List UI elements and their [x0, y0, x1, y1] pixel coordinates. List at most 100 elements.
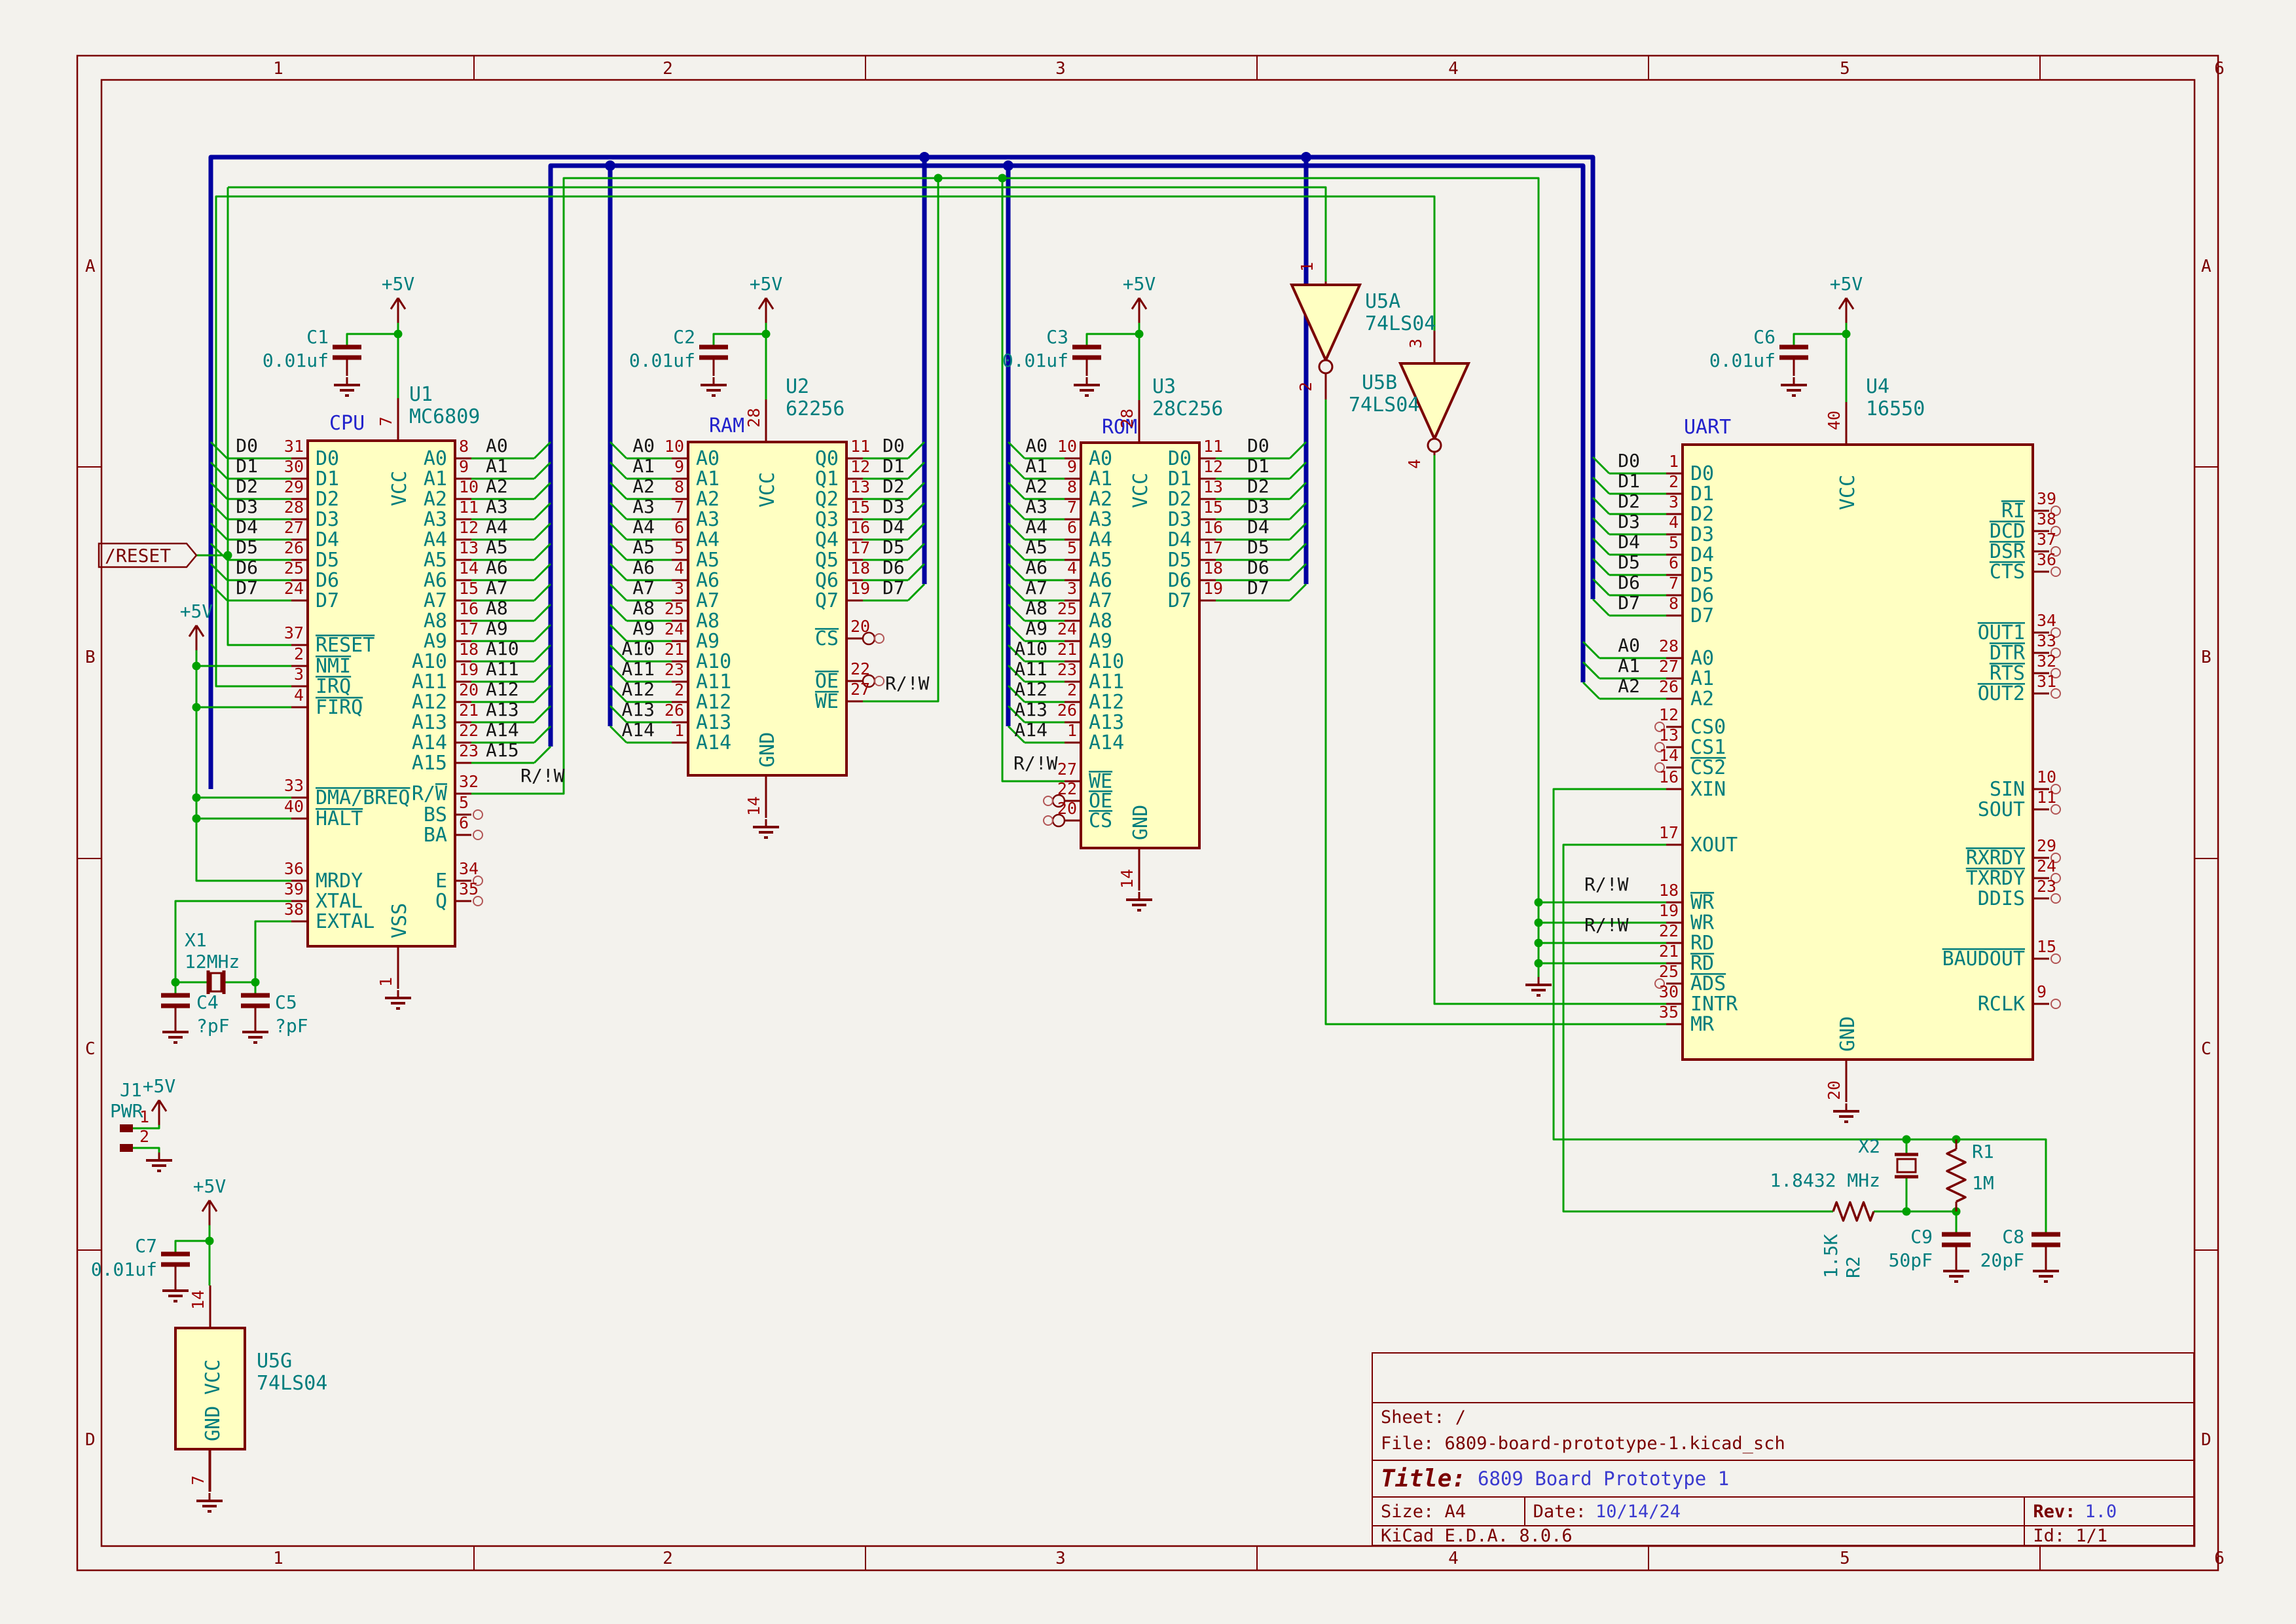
net-label-a11[interactable]: A11: [1014, 658, 1048, 680]
net-label-d6[interactable]: D6: [883, 557, 905, 578]
net-label-a13[interactable]: A13: [486, 699, 519, 720]
net-label-a6[interactable]: A6: [1025, 557, 1048, 578]
cpu-sheet-label[interactable]: CPU: [329, 412, 365, 435]
net-label-d5[interactable]: D5: [1618, 551, 1640, 573]
x1-ref[interactable]: X1: [185, 929, 207, 951]
c6-ref[interactable]: C6: [1753, 326, 1776, 348]
crystal-x1[interactable]: X112MHz: [185, 929, 240, 994]
net-label-d4[interactable]: D4: [1618, 531, 1640, 553]
global-label-reset[interactable]: /RESET: [99, 544, 196, 567]
net-label-d0[interactable]: D0: [236, 435, 258, 456]
c5-value[interactable]: ?pF: [275, 1015, 308, 1037]
c3-ref[interactable]: C3: [1046, 326, 1068, 348]
net-label-d1[interactable]: D1: [236, 455, 258, 477]
capacitor-c4[interactable]: C4?pF: [161, 991, 230, 1037]
ram-ref[interactable]: U2: [786, 375, 809, 398]
net-label-a14[interactable]: A14: [621, 719, 655, 741]
net-label-a10[interactable]: A10: [486, 638, 519, 659]
net-label-d6[interactable]: D6: [236, 557, 258, 578]
u5a-ref[interactable]: U5A: [1365, 290, 1400, 313]
net-label-a7[interactable]: A7: [486, 577, 508, 599]
uart-value[interactable]: 16550: [1866, 397, 1925, 420]
net-label-a1[interactable]: A1: [1618, 655, 1640, 676]
net-label-a9[interactable]: A9: [1025, 618, 1048, 639]
net-label-rw[interactable]: R/!W: [1584, 874, 1629, 895]
net-label-a12[interactable]: A12: [486, 678, 519, 700]
net-label-d6[interactable]: D6: [1247, 557, 1269, 578]
cpu-ref[interactable]: U1: [409, 383, 433, 406]
net-label-d1[interactable]: D1: [883, 455, 905, 477]
net-label-d1[interactable]: D1: [1247, 455, 1269, 477]
resistor-r2[interactable]: 1.5KR2: [1820, 1202, 1874, 1278]
net-label-d7[interactable]: D7: [236, 577, 258, 599]
resistor-r1[interactable]: R11M: [1947, 1139, 1994, 1211]
c9-value[interactable]: 50pF: [1889, 1249, 1933, 1271]
net-label-d2[interactable]: D2: [883, 475, 905, 497]
net-label-d5[interactable]: D5: [883, 536, 905, 558]
c7-value[interactable]: 0.01uf: [91, 1259, 157, 1280]
c2-value[interactable]: 0.01uf: [629, 350, 695, 371]
u5g-ref[interactable]: U5G: [257, 1350, 292, 1373]
net-label-d3[interactable]: D3: [883, 496, 905, 517]
net-label-a2[interactable]: A2: [1025, 475, 1048, 497]
net-label-a13[interactable]: A13: [621, 699, 655, 720]
net-label-d5[interactable]: D5: [1247, 536, 1269, 558]
wire[interactable]: [132, 1148, 159, 1153]
net-label-d3[interactable]: D3: [1247, 496, 1269, 517]
net-label-a5[interactable]: A5: [632, 536, 655, 558]
component-u5b[interactable]: 34U5B74LS04: [1349, 331, 1468, 469]
component-ram[interactable]: RAMU26225610A09A18A27A36A45A54A63A725A82…: [665, 375, 884, 818]
net-label-a0[interactable]: A0: [632, 435, 655, 456]
capacitor-c8[interactable]: C820pF: [1980, 1226, 2060, 1271]
c8-ref[interactable]: C8: [2002, 1226, 2024, 1247]
net-label-a3[interactable]: A3: [486, 496, 508, 517]
net-label-a4[interactable]: A4: [486, 516, 508, 538]
c2-ref[interactable]: C2: [673, 326, 695, 348]
net-label-d5[interactable]: D5: [236, 536, 258, 558]
c3-value[interactable]: 0.01uf: [1002, 350, 1068, 371]
c1-ref[interactable]: C1: [306, 326, 329, 348]
net-label-a3[interactable]: A3: [632, 496, 655, 517]
r1-ref[interactable]: R1: [1972, 1141, 1994, 1162]
net-label-d2[interactable]: D2: [1247, 475, 1269, 497]
net-label-d4[interactable]: D4: [236, 516, 258, 538]
ram-value[interactable]: 62256: [786, 397, 845, 420]
net-label-a0[interactable]: A0: [1618, 635, 1640, 656]
component-u5g[interactable]: 147VCCGNDU5G74LS04: [175, 1285, 327, 1492]
u5b-value[interactable]: 74LS04: [1349, 394, 1419, 416]
c4-ref[interactable]: C4: [196, 991, 219, 1013]
c9-ref[interactable]: C9: [1910, 1226, 1933, 1247]
capacitor-c9[interactable]: C950pF: [1889, 1226, 1971, 1271]
rom-value[interactable]: 28C256: [1152, 397, 1223, 420]
net-label-a2[interactable]: A2: [632, 475, 655, 497]
net-label-a2[interactable]: A2: [486, 475, 508, 497]
u5a-value[interactable]: 74LS04: [1365, 312, 1436, 335]
c4-value[interactable]: ?pF: [196, 1015, 230, 1037]
global-label-text[interactable]: /RESET: [105, 545, 171, 566]
net-label-d3[interactable]: D3: [236, 496, 258, 517]
u5g-value[interactable]: 74LS04: [257, 1372, 327, 1395]
net-label-a13[interactable]: A13: [1014, 699, 1048, 720]
c5-ref[interactable]: C5: [275, 991, 297, 1013]
net-label-d2[interactable]: D2: [1618, 490, 1640, 512]
net-label-a6[interactable]: A6: [632, 557, 655, 578]
net-label-a1[interactable]: A1: [632, 455, 655, 477]
net-label-a7[interactable]: A7: [632, 577, 655, 599]
net-label-d4[interactable]: D4: [1247, 516, 1269, 538]
net-label-a9[interactable]: A9: [632, 618, 655, 639]
connector-pad[interactable]: [120, 1124, 133, 1132]
net-label-a14[interactable]: A14: [486, 719, 519, 741]
wire[interactable]: [255, 921, 291, 982]
ram-sheet-label[interactable]: RAM: [709, 415, 744, 437]
component-cpu[interactable]: CPUU1MC680931D030D129D228D327D426D525D62…: [284, 383, 483, 989]
net-label-d4[interactable]: D4: [883, 516, 905, 538]
net-label-a2[interactable]: A2: [1618, 675, 1640, 697]
net-label-d1[interactable]: D1: [1618, 470, 1640, 492]
net-label-a1[interactable]: A1: [1025, 455, 1048, 477]
net-label-a6[interactable]: A6: [486, 557, 508, 578]
net-label-d6[interactable]: D6: [1618, 572, 1640, 593]
net-label-d7[interactable]: D7: [1247, 577, 1269, 599]
rom-ref[interactable]: U3: [1152, 375, 1176, 398]
component-uart[interactable]: UARTU4165501D02D13D24D35D46D57D68D728A02…: [1655, 375, 2060, 1102]
net-label-a5[interactable]: A5: [486, 536, 508, 558]
